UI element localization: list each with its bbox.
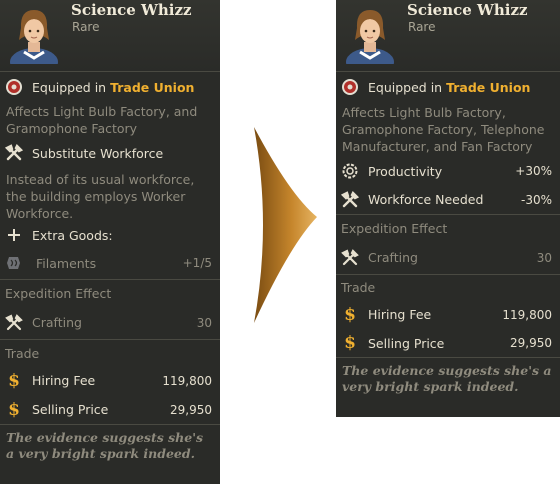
flavor-quote: The evidence suggests she's a very brigh… xyxy=(336,357,560,395)
union-badge-icon xyxy=(5,78,23,96)
selling-price-row: $ Selling Price 29,950 xyxy=(336,329,560,357)
extra-goods-item-row: Filaments +1/5 xyxy=(0,247,220,279)
rarity-label: Rare xyxy=(408,20,436,34)
selling-price-row: $ Selling Price 29,950 xyxy=(0,395,220,424)
ability-description: Instead of its usual workforce, the buil… xyxy=(6,172,195,221)
crafting-tools-icon xyxy=(5,313,23,332)
character-portrait-icon xyxy=(342,4,398,76)
expedition-section-title: Expedition Effect xyxy=(336,214,560,241)
hiring-fee-row: $ Hiring Fee 119,800 xyxy=(336,300,560,329)
extra-goods-value: +1/5 xyxy=(182,256,212,270)
equipped-row: Equipped in Trade Union xyxy=(0,72,220,100)
arrow-right-icon xyxy=(254,127,317,323)
plus-icon xyxy=(5,226,23,244)
hammer-wrench-icon xyxy=(341,190,359,209)
crafting-value: 30 xyxy=(536,250,552,265)
productivity-gear-icon xyxy=(341,162,359,180)
hammer-wrench-icon xyxy=(5,144,23,162)
ability-title-row: Substitute Workforce xyxy=(0,140,220,166)
crafting-row: Crafting 30 xyxy=(336,241,560,274)
dollar-icon: $ xyxy=(344,304,356,325)
selling-price-value: 29,950 xyxy=(510,336,552,350)
filament-icon xyxy=(5,254,23,272)
dollar-icon: $ xyxy=(8,399,20,420)
hiring-fee-label: Hiring Fee xyxy=(368,307,432,322)
tooltip-card-before: Science Whizz Rare Equipped in Trade Uni… xyxy=(0,0,220,484)
equipped-row: Equipped in Trade Union xyxy=(336,72,560,100)
extra-goods-row: Extra Goods: xyxy=(0,223,220,247)
card-header: Science Whizz Rare xyxy=(336,0,560,76)
workforce-label: Workforce Needed xyxy=(368,192,484,207)
ability-title: Substitute Workforce xyxy=(32,145,164,161)
workforce-row: Workforce Needed -30% xyxy=(336,185,560,214)
extra-goods-label: Extra Goods: xyxy=(32,227,113,243)
hiring-fee-row: $ Hiring Fee 119,800 xyxy=(0,366,220,395)
productivity-row: Productivity +30% xyxy=(336,157,560,185)
crafting-label: Crafting xyxy=(368,250,418,265)
hiring-fee-value: 119,800 xyxy=(502,307,552,322)
affects-description: Affects Light Bulb Factory, Gramophone F… xyxy=(342,105,545,154)
crafting-value: 30 xyxy=(196,315,212,330)
card-header: Science Whizz Rare xyxy=(0,0,220,76)
selling-price-label: Selling Price xyxy=(32,402,109,417)
trade-section-title: Trade xyxy=(0,339,220,366)
crafting-label: Crafting xyxy=(32,315,82,330)
selling-price-value: 29,950 xyxy=(170,402,212,417)
trade-section-title: Trade xyxy=(336,274,560,300)
equipped-building-link[interactable]: Trade Union xyxy=(110,80,194,95)
extra-goods-item: Filaments xyxy=(36,255,97,271)
hiring-fee-value: 119,800 xyxy=(162,373,212,388)
tooltip-card-after: Science Whizz Rare Equipped in Trade Uni… xyxy=(336,0,560,417)
crafting-row: Crafting 30 xyxy=(0,306,220,339)
dollar-icon: $ xyxy=(344,333,356,353)
selling-price-label: Selling Price xyxy=(368,335,445,351)
equipped-building-link[interactable]: Trade Union xyxy=(446,80,530,95)
rarity-label: Rare xyxy=(72,20,100,34)
productivity-value: +30% xyxy=(515,164,552,178)
affects-description: Affects Light Bulb Factory, and Gramopho… xyxy=(6,104,198,136)
union-badge-icon xyxy=(341,78,359,96)
card-title: Science Whizz xyxy=(407,1,528,19)
card-title: Science Whizz xyxy=(71,1,192,19)
workforce-value: -30% xyxy=(520,192,552,207)
productivity-label: Productivity xyxy=(368,163,443,179)
equipped-prefix: Equipped in xyxy=(32,79,107,95)
flavor-quote: The evidence suggests she's a very brigh… xyxy=(0,424,220,462)
hiring-fee-label: Hiring Fee xyxy=(32,373,96,388)
expedition-section-title: Expedition Effect xyxy=(0,279,220,306)
crafting-tools-icon xyxy=(341,248,359,267)
equipped-prefix: Equipped in xyxy=(368,79,443,95)
dollar-icon: $ xyxy=(8,370,20,391)
character-portrait-icon xyxy=(6,4,62,76)
